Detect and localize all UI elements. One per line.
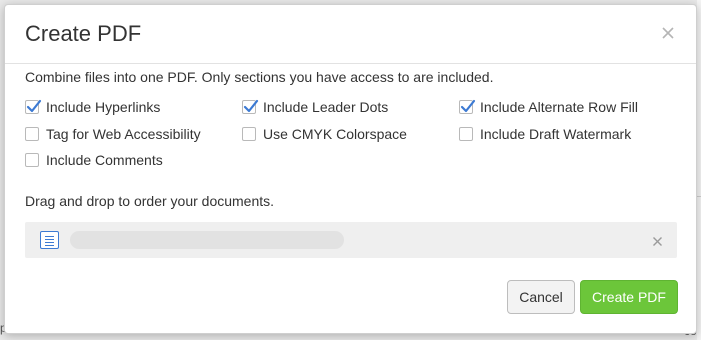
option-label: Use CMYK Colorspace [263,126,407,142]
document-order-label: Drag and drop to order your documents. [25,193,275,209]
background-divider [697,196,701,197]
checkbox-unchecked[interactable] [25,127,39,141]
tag-web-accessibility-option[interactable]: Tag for Web Accessibility [25,126,201,142]
option-label: Include Alternate Row Fill [480,99,638,115]
checkbox-unchecked[interactable] [459,127,473,141]
include-leader-dots-option[interactable]: Include Leader Dots [242,99,388,115]
checkbox-checked[interactable] [25,99,42,114]
dialog-description: Combine files into one PDF. Only section… [25,69,494,85]
option-label: Include Hyperlinks [46,99,161,115]
checkbox-checked[interactable] [242,99,259,114]
include-draft-watermark-option[interactable]: Include Draft Watermark [459,126,631,142]
checkbox-unchecked[interactable] [25,153,39,167]
close-icon[interactable] [660,25,676,41]
include-alternate-row-fill-option[interactable]: Include Alternate Row Fill [459,99,638,115]
create-pdf-button[interactable]: Create PDF [580,280,678,314]
checkbox-checked[interactable] [459,99,476,114]
create-pdf-dialog: Create PDF Combine files into one PDF. O… [4,4,697,334]
dialog-header: Create PDF [5,5,696,64]
option-label: Include Draft Watermark [480,126,632,142]
checkbox-unchecked[interactable] [242,127,256,141]
include-comments-option[interactable]: Include Comments [25,152,163,168]
background-page [697,0,701,340]
option-label: Include Leader Dots [263,99,389,115]
cancel-button[interactable]: Cancel [507,280,575,314]
include-hyperlinks-option[interactable]: Include Hyperlinks [25,99,160,115]
option-label: Tag for Web Accessibility [46,126,201,142]
document-name-placeholder [70,231,344,249]
document-icon [40,231,59,249]
remove-document-icon[interactable] [652,234,663,246]
option-label: Include Comments [46,152,163,168]
dialog-title: Create PDF [25,21,142,46]
use-cmyk-colorspace-option[interactable]: Use CMYK Colorspace [242,126,407,142]
document-list-item[interactable] [25,222,677,258]
